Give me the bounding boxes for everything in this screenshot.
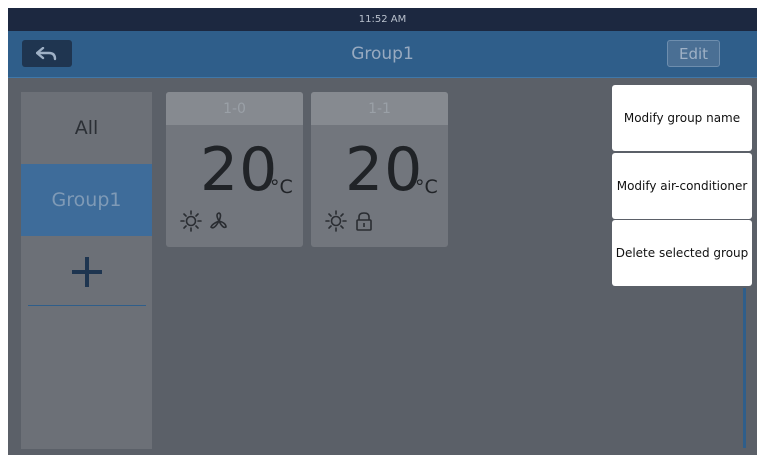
sidebar-item-label: All xyxy=(74,117,99,139)
temperature-unit: °C xyxy=(415,176,438,198)
status-time: 11:52 AM xyxy=(358,14,407,25)
menu-item-label: Delete selected group xyxy=(615,246,749,260)
lock-icon xyxy=(356,212,372,231)
modify-air-conditioner-button[interactable]: Modify air-conditioner xyxy=(612,153,752,219)
sun-icon xyxy=(325,210,347,232)
modify-group-name-button[interactable]: Modify group name xyxy=(612,85,752,151)
back-arrow-icon xyxy=(36,46,57,60)
sidebar-item-all[interactable]: All xyxy=(21,92,152,164)
temperature-value: 20 xyxy=(345,135,424,205)
menu-item-label: Modify group name xyxy=(623,111,741,125)
page-title: Group1 xyxy=(351,44,414,64)
sun-icon xyxy=(180,210,202,232)
back-button[interactable] xyxy=(22,40,72,67)
temperature-unit: °C xyxy=(270,176,293,198)
sidebar-divider xyxy=(28,305,146,306)
add-group-button[interactable] xyxy=(21,236,152,308)
unit-id: 1-1 xyxy=(311,92,448,125)
unit-id: 1-0 xyxy=(166,92,303,125)
menu-item-label: Modify air-conditioner xyxy=(616,179,748,193)
delete-selected-group-button[interactable]: Delete selected group xyxy=(612,220,752,286)
sidebar-item-group1[interactable]: Group1 xyxy=(21,164,152,236)
ac-unit-card[interactable]: 1-1 20 °C xyxy=(311,92,448,247)
plus-icon xyxy=(71,257,102,287)
ac-unit-card[interactable]: 1-0 20 °C xyxy=(166,92,303,247)
app-screen: 11:52 AM Group1 Edit All Group1 1-0 20 °… xyxy=(8,8,757,455)
group-sidebar: All Group1 xyxy=(21,92,152,449)
status-bar: 11:52 AM xyxy=(8,8,757,31)
sidebar-item-label: Group1 xyxy=(51,189,122,211)
fan-icon xyxy=(210,212,227,229)
edit-button[interactable]: Edit xyxy=(667,40,720,67)
title-bar: Group1 Edit xyxy=(8,31,757,78)
temperature-value: 20 xyxy=(200,135,279,205)
scrollbar[interactable] xyxy=(743,288,746,448)
